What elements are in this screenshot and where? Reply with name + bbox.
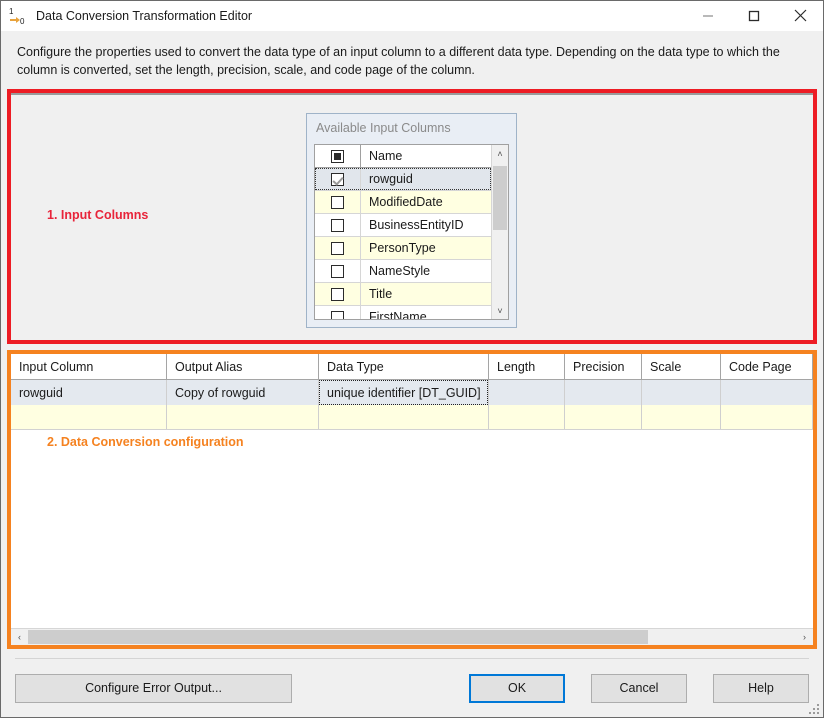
column-name: rowguid [361, 168, 491, 190]
list-item[interactable]: NameStyle [315, 260, 491, 283]
column-name: Title [361, 283, 491, 305]
cell-scale[interactable] [642, 380, 721, 405]
data-conversion-annotation-box: Input Column Output Alias Data Type Leng… [7, 350, 817, 649]
title-bar: 1 0 Data Conversion Transformation Edito… [1, 1, 823, 31]
row-checkbox[interactable] [331, 219, 344, 232]
available-input-columns-panel: Available Input Columns Name [306, 113, 517, 328]
scroll-left-icon[interactable]: ‹ [11, 629, 28, 645]
cell-code-page[interactable] [721, 405, 813, 429]
configure-error-output-button[interactable]: Configure Error Output... [15, 674, 292, 703]
window-controls [685, 1, 823, 31]
header-name-label: Name [361, 145, 491, 167]
footer-buttons: Configure Error Output... OK Cancel Help [15, 659, 809, 717]
annotation-label-2: 2. Data Conversion configuration [47, 435, 244, 449]
cell-precision[interactable] [565, 405, 642, 429]
dialog-window: 1 0 Data Conversion Transformation Edito… [0, 0, 824, 718]
dialog-footer: Configure Error Output... OK Cancel Help [1, 649, 823, 717]
cell-input-column[interactable] [11, 405, 167, 429]
input-columns-vertical-scrollbar[interactable]: ˄ ˅ [491, 145, 508, 319]
cell-scale[interactable] [642, 405, 721, 429]
list-item[interactable]: Title [315, 283, 491, 306]
row-checkbox-cell[interactable] [315, 306, 361, 320]
row-checkbox[interactable] [331, 288, 344, 301]
cell-precision[interactable] [565, 380, 642, 405]
list-item[interactable]: rowguid [315, 168, 491, 191]
column-header-data-type[interactable]: Data Type [319, 354, 489, 379]
list-item[interactable]: PersonType [315, 237, 491, 260]
table-row[interactable]: rowguid Copy of rowguid unique identifie… [11, 380, 813, 405]
close-button[interactable] [777, 1, 823, 31]
column-name: PersonType [361, 237, 491, 259]
list-item[interactable]: BusinessEntityID [315, 214, 491, 237]
available-input-columns-grid: Name rowguid ModifiedDat [314, 144, 509, 320]
table-row-new[interactable] [11, 405, 813, 430]
scroll-up-icon[interactable]: ˄ [492, 145, 508, 162]
cell-data-type[interactable] [319, 405, 489, 429]
scroll-right-icon[interactable]: › [796, 629, 813, 645]
help-button[interactable]: Help [713, 674, 809, 703]
available-input-columns-rows: Name rowguid ModifiedDat [315, 145, 491, 319]
scrollbar-thumb[interactable] [28, 630, 648, 644]
list-item[interactable]: FirstName [315, 306, 491, 320]
cancel-button[interactable]: Cancel [591, 674, 687, 703]
maximize-button[interactable] [731, 1, 777, 31]
header-checkbox-cell[interactable] [315, 145, 361, 167]
input-columns-annotation-box: 1. Input Columns Available Input Columns… [7, 89, 817, 344]
data-conversion-icon: 1 0 [8, 5, 30, 27]
minimize-button[interactable] [685, 1, 731, 31]
data-conversion-grid: Input Column Output Alias Data Type Leng… [11, 354, 813, 628]
annotation-label-1: 1. Input Columns [47, 208, 148, 222]
cell-output-alias[interactable]: Copy of rowguid [167, 380, 319, 405]
column-header-scale[interactable]: Scale [642, 354, 721, 379]
ok-button[interactable]: OK [469, 674, 565, 703]
column-name: NameStyle [361, 260, 491, 282]
resize-grip[interactable] [807, 702, 819, 714]
column-list-header-row: Name [315, 145, 491, 168]
cell-length[interactable] [489, 380, 565, 405]
row-checkbox-cell[interactable] [315, 283, 361, 305]
scrollbar-track[interactable] [492, 162, 508, 302]
window-title: Data Conversion Transformation Editor [36, 9, 252, 23]
scrollbar-track[interactable] [28, 629, 796, 645]
row-checkbox-cell[interactable] [315, 168, 361, 190]
select-all-checkbox[interactable] [331, 150, 344, 163]
column-header-input-column[interactable]: Input Column [11, 354, 167, 379]
grid-horizontal-scrollbar[interactable]: ‹ › [11, 628, 813, 645]
dialog-description: Configure the properties used to convert… [1, 31, 823, 89]
row-checkbox-cell[interactable] [315, 260, 361, 282]
scroll-down-icon[interactable]: ˅ [492, 302, 508, 319]
list-item[interactable]: ModifiedDate [315, 191, 491, 214]
row-checkbox[interactable] [331, 242, 344, 255]
column-name: FirstName [361, 306, 491, 320]
column-name: BusinessEntityID [361, 214, 491, 236]
cell-input-column[interactable]: rowguid [11, 380, 167, 405]
row-checkbox[interactable] [331, 311, 344, 321]
column-name: ModifiedDate [361, 191, 491, 213]
column-header-length[interactable]: Length [489, 354, 565, 379]
row-checkbox-cell[interactable] [315, 214, 361, 236]
cell-code-page[interactable] [721, 380, 813, 405]
cell-data-type[interactable]: unique identifier [DT_GUID] [319, 380, 489, 405]
row-checkbox[interactable] [331, 265, 344, 278]
row-checkbox[interactable] [331, 196, 344, 209]
grid-header-row: Input Column Output Alias Data Type Leng… [11, 354, 813, 380]
scrollbar-thumb[interactable] [493, 166, 507, 230]
available-input-columns-caption: Available Input Columns [307, 114, 516, 141]
cell-length[interactable] [489, 405, 565, 429]
row-checkbox-cell[interactable] [315, 237, 361, 259]
cell-output-alias[interactable] [167, 405, 319, 429]
svg-text:1: 1 [9, 7, 14, 16]
column-header-code-page[interactable]: Code Page [721, 354, 813, 379]
column-header-precision[interactable]: Precision [565, 354, 642, 379]
column-header-output-alias[interactable]: Output Alias [167, 354, 319, 379]
svg-text:0: 0 [20, 17, 25, 26]
row-checkbox[interactable] [331, 173, 344, 186]
input-columns-panel: 1. Input Columns Available Input Columns… [11, 93, 813, 340]
row-checkbox-cell[interactable] [315, 191, 361, 213]
